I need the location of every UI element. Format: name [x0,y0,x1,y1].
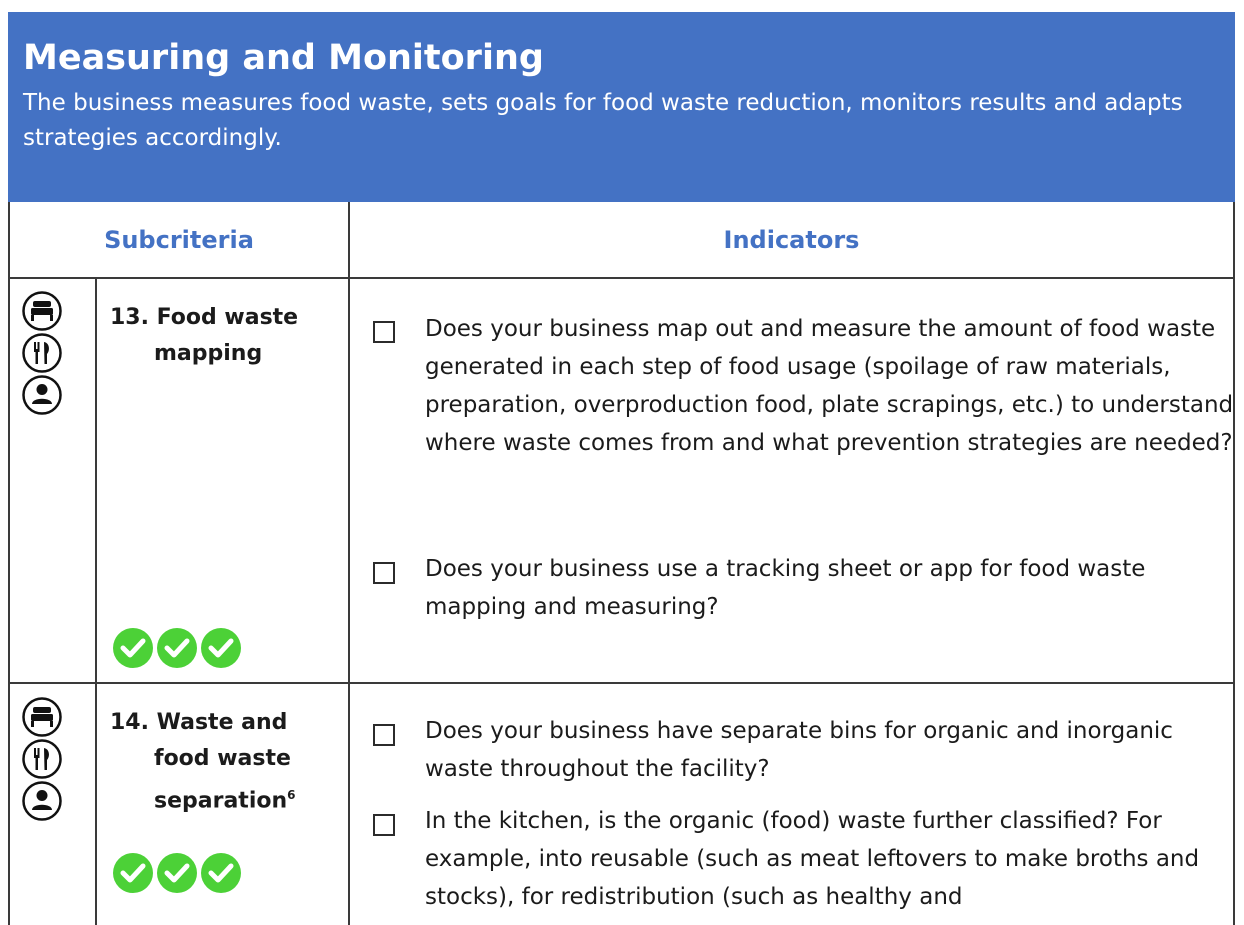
cutlery-icon [22,333,62,373]
column-header-indicators: Indicators [723,226,860,254]
indicator-checkbox[interactable] [373,724,395,746]
table-border-left [8,202,10,925]
table-divider-main [348,202,350,925]
table-row-border [8,682,1235,684]
check-icon [201,628,241,668]
cutlery-icon [22,739,62,779]
check-icon [157,853,197,893]
table-divider-icons [95,279,97,925]
rating-checkmarks [112,852,242,894]
indicator-text: Does your business have separate bins fo… [425,718,1173,782]
bed-icon [22,291,62,331]
person-icon [22,375,62,415]
check-icon [201,853,241,893]
subcriterion-title: 14. Waste and food waste separation6 [110,710,296,814]
indicator-text: Does your business use a tracking sheet … [425,556,1146,620]
indicator-checkbox[interactable] [373,814,395,836]
indicator-checkbox[interactable] [373,562,395,584]
indicator-text: Does your business map out and measure t… [425,316,1234,456]
check-icon [113,628,153,668]
audience-icons [21,696,63,822]
bed-icon [22,697,62,737]
section-header: Measuring and Monitoring The business me… [8,12,1235,202]
subcriterion-title: 13. Food waste mapping [110,305,299,366]
rating-checkmarks [112,627,242,669]
section-description: The business measures food waste, sets g… [23,90,1183,151]
audience-icons [21,290,63,416]
column-header-subcriteria: Subcriteria [104,226,254,254]
indicator-text: In the kitchen, is the organic (food) wa… [425,808,1200,910]
table-header-border [8,277,1235,279]
person-icon [22,781,62,821]
check-icon [157,628,197,668]
check-icon [113,853,153,893]
section-title: Measuring and Monitoring [23,38,544,78]
indicator-checkbox[interactable] [373,321,395,343]
footnote-marker[interactable]: 6 [287,788,295,802]
